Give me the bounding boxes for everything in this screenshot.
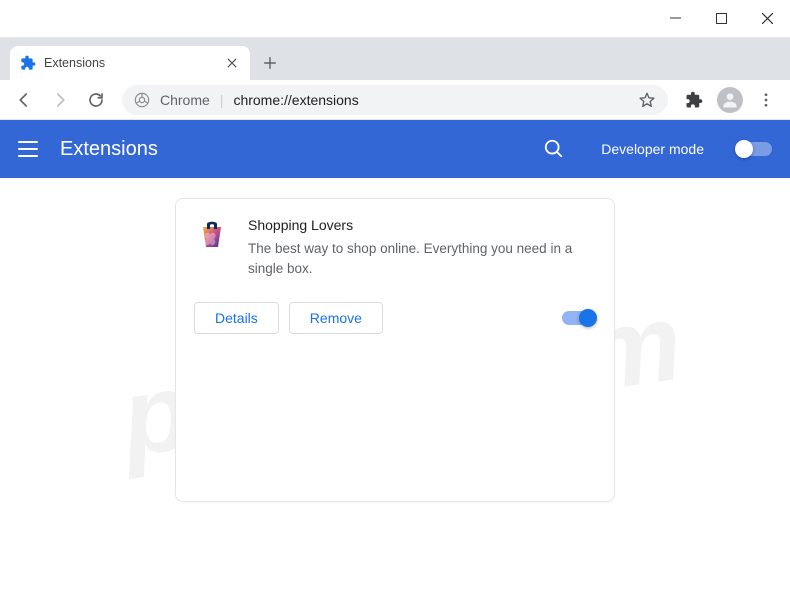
extensions-page-header: Extensions Developer mode <box>0 120 790 178</box>
extension-name: Shopping Lovers <box>248 217 596 233</box>
omnibox-url: chrome://extensions <box>233 92 628 108</box>
developer-mode-toggle[interactable] <box>736 142 772 156</box>
extensions-puzzle-icon[interactable] <box>678 84 710 116</box>
extension-enable-toggle[interactable] <box>562 311 596 325</box>
extension-icon <box>194 217 230 253</box>
forward-button[interactable] <box>44 84 76 116</box>
profile-avatar[interactable] <box>714 84 746 116</box>
remove-button[interactable]: Remove <box>289 302 383 334</box>
reload-button[interactable] <box>80 84 112 116</box>
browser-tab[interactable]: Extensions <box>10 46 250 80</box>
omnibox-origin-label: Chrome <box>160 92 210 108</box>
details-button[interactable]: Details <box>194 302 279 334</box>
window-titlebar <box>0 0 790 38</box>
extension-card: Shopping Lovers The best way to shop onl… <box>175 198 615 502</box>
developer-mode-label: Developer mode <box>601 141 704 157</box>
chrome-icon <box>134 92 150 108</box>
page-title: Extensions <box>60 138 521 161</box>
browser-toolbar: Chrome | chrome://extensions <box>0 80 790 120</box>
puzzle-icon <box>20 55 36 71</box>
extensions-content: pcrisk.com Shopping Lovers The best way … <box>0 178 790 502</box>
window-close-button[interactable] <box>744 0 790 38</box>
bookmark-star-icon[interactable] <box>638 91 656 109</box>
back-button[interactable] <box>8 84 40 116</box>
kebab-menu-icon[interactable] <box>750 84 782 116</box>
search-icon[interactable] <box>543 138 565 160</box>
tab-strip: Extensions <box>0 38 790 80</box>
new-tab-button[interactable] <box>256 49 284 77</box>
address-bar[interactable]: Chrome | chrome://extensions <box>122 85 668 115</box>
tab-title: Extensions <box>44 56 216 70</box>
window-maximize-button[interactable] <box>698 0 744 38</box>
tab-close-button[interactable] <box>224 55 240 71</box>
window-minimize-button[interactable] <box>652 0 698 38</box>
hamburger-menu-icon[interactable] <box>18 139 38 159</box>
omnibox-separator: | <box>220 92 224 108</box>
extension-description: The best way to shop online. Everything … <box>248 239 596 278</box>
